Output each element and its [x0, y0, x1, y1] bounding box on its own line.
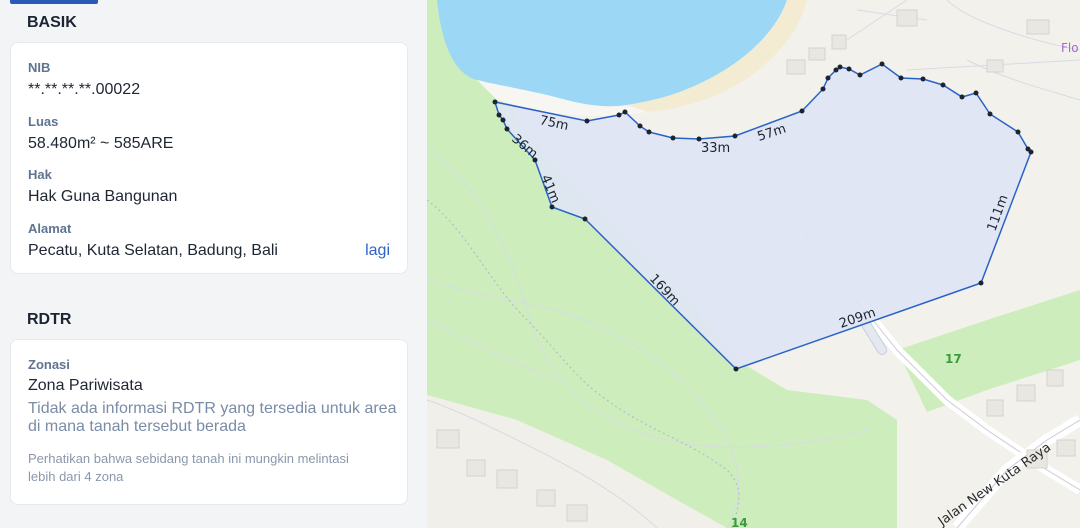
rdtr-card: Zonasi Zona Pariwisata Tidak ada informa… — [10, 339, 408, 505]
poi-label: Flo — [1061, 41, 1079, 55]
nib-label: NIB — [28, 60, 51, 75]
alamat-value: Pecatu, Kuta Selatan, Badung, Bali — [28, 242, 278, 259]
zone-label-17: 17 — [945, 352, 962, 366]
zonasi-value: Zona Pariwisata — [28, 377, 143, 394]
zone-label-14: 14 — [731, 516, 748, 528]
active-tab-indicator — [10, 0, 98, 4]
info-panel: BASIK NIB **.**.**.**.00022 Luas 58.480m… — [0, 0, 427, 528]
hak-value: Hak Guna Bangunan — [28, 188, 178, 205]
zonasi-label: Zonasi — [28, 357, 70, 372]
nib-value: **.**.**.**.00022 — [28, 81, 141, 98]
luas-value: 58.480m² ~ 585ARE — [28, 135, 174, 152]
basik-card: NIB **.**.**.**.00022 Luas 58.480m² ~ 58… — [10, 42, 408, 274]
rdtr-info-text: Tidak ada informasi RDTR yang tersedia u… — [28, 400, 397, 435]
alamat-label: Alamat — [28, 221, 72, 236]
hak-label: Hak — [28, 167, 52, 182]
zone-warning-note: Perhatikan bahwa sebidang tanah ini mung… — [28, 451, 349, 484]
rdtr-section-title: RDTR — [27, 311, 72, 328]
more-link[interactable]: lagi — [365, 242, 390, 260]
map-canvas[interactable]: 75m 36m 41m 169m 33m 57m 111m 209m 17 14… — [427, 0, 1080, 528]
luas-label: Luas — [28, 114, 59, 129]
basik-section-title: BASIK — [27, 14, 77, 31]
map-view[interactable]: 75m 36m 41m 169m 33m 57m 111m 209m 17 14… — [427, 0, 1080, 528]
measure-33m: 33m — [701, 141, 730, 156]
